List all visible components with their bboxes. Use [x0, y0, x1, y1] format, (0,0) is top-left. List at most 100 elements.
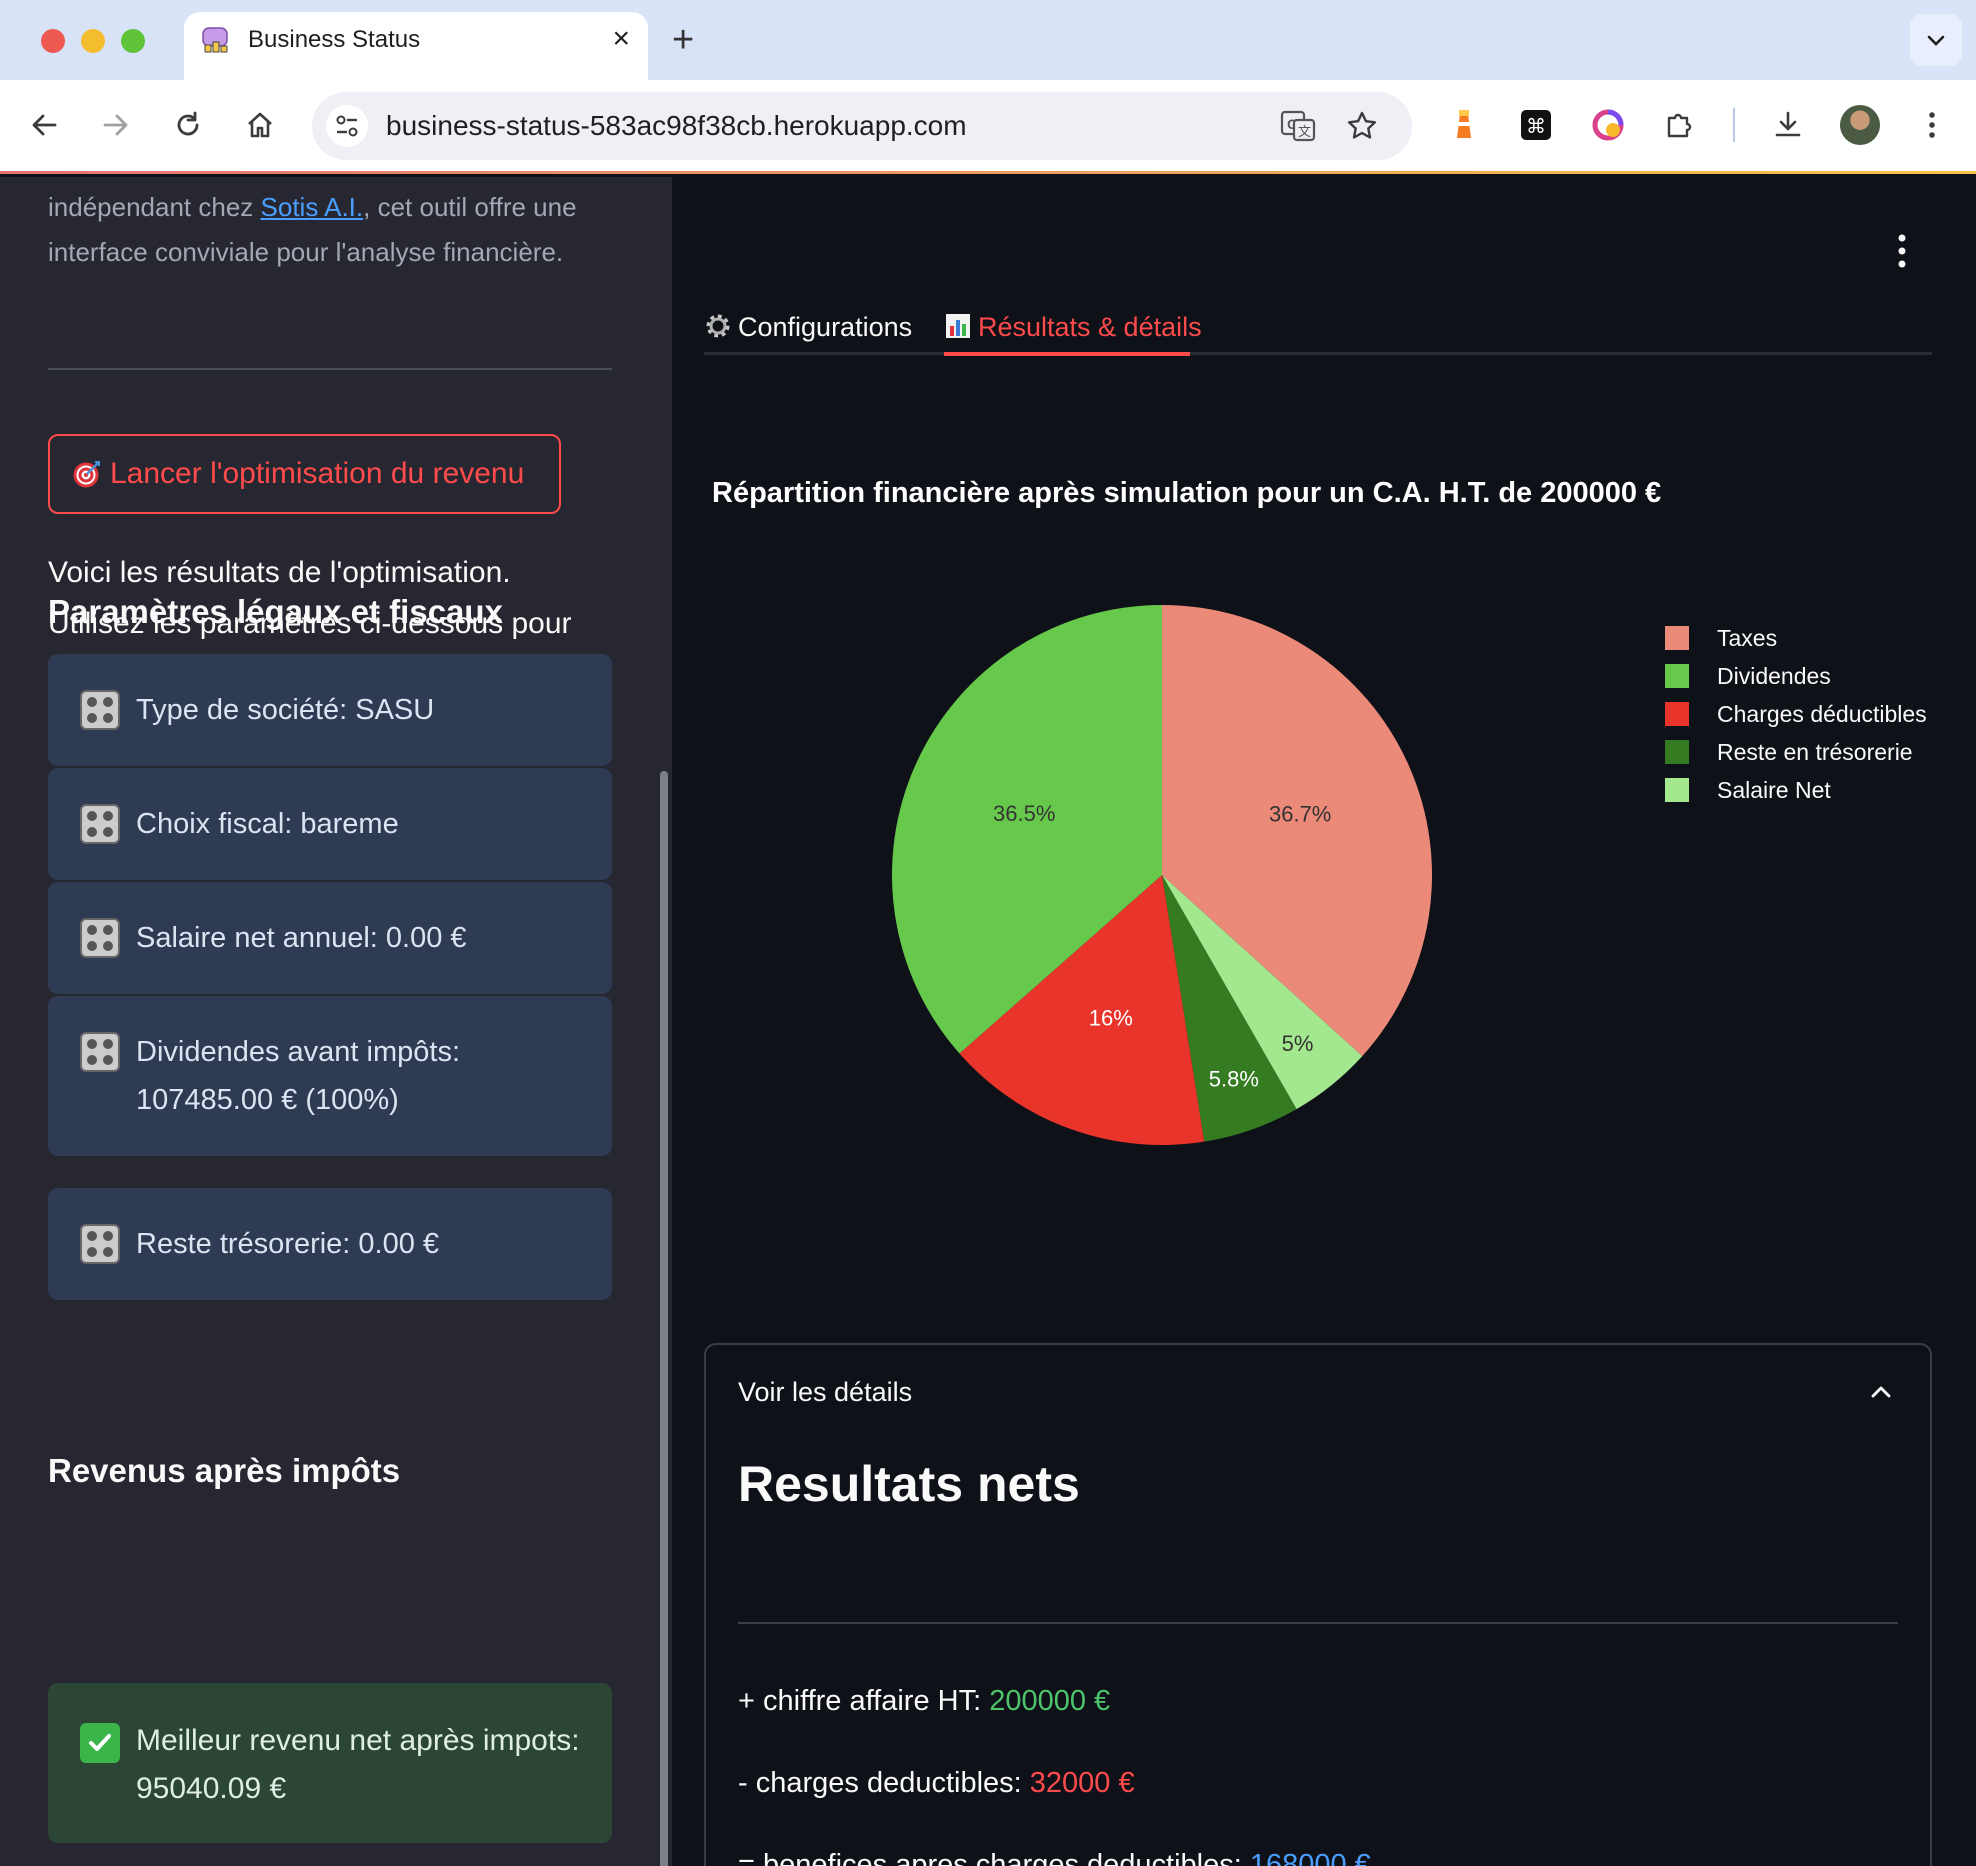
legend-label: Taxes [1717, 625, 1778, 651]
main-tabs: Configurations Résultats & détails [704, 307, 1932, 356]
param-tax-choice: Choix fiscal: bareme [136, 808, 399, 840]
tab-title: Business Status [248, 26, 421, 53]
bookmark-star-icon[interactable] [1342, 106, 1382, 146]
sidebar-scrollbar[interactable] [660, 771, 668, 1866]
best-revenue-text: Meilleur revenu net après impots: 95040.… [136, 1724, 580, 1805]
legend-swatch [1665, 702, 1689, 726]
legend-item[interactable]: Reste en trésorerie [1665, 737, 1965, 767]
optimize-button-label: Lancer l'optimisation du revenu [110, 457, 525, 490]
address-bar[interactable]: business-status-583ac98f38cb.herokuapp.c… [312, 92, 1412, 160]
legend-swatch [1665, 740, 1689, 764]
sotis-link[interactable]: Sotis A.I. [261, 192, 364, 222]
control-knobs-icon [80, 804, 120, 844]
browser-menu-icon[interactable] [1912, 105, 1952, 145]
site-info-icon[interactable] [326, 105, 368, 147]
legend-label: Dividendes [1717, 663, 1831, 689]
profile-avatar[interactable] [1840, 105, 1880, 145]
favicon-icon [202, 27, 228, 53]
pie-label: 16% [1089, 1005, 1133, 1030]
chart-title: Répartition financière après simulation … [712, 477, 1662, 509]
main-content: Configurations Résultats & détails Répar… [672, 177, 1976, 1866]
param-card-treasury: Reste trésorerie: 0.00 € [48, 1188, 612, 1300]
legend-swatch [1665, 778, 1689, 802]
legend-item[interactable]: Salaire Net [1665, 775, 1965, 805]
result-label: - charges deductibles: [738, 1767, 1030, 1799]
browser-tab-bar: Business Status × + [0, 0, 1976, 80]
tab-search-button[interactable] [1910, 14, 1962, 66]
control-knobs-icon [80, 1032, 120, 1072]
svg-text:文: 文 [1298, 125, 1311, 140]
result-value: 168000 € [1249, 1849, 1371, 1866]
active-tab-indicator [944, 352, 1190, 356]
param-treasury: Reste trésorerie: 0.00 € [136, 1228, 440, 1260]
legend-label: Reste en trésorerie [1717, 739, 1913, 765]
tab-results[interactable]: Résultats & détails [944, 307, 1202, 355]
back-icon[interactable] [24, 105, 64, 145]
target-icon [72, 459, 102, 489]
translate-icon[interactable]: G文 [1278, 106, 1318, 146]
extensions-puzzle-icon[interactable] [1660, 105, 1700, 145]
reload-icon[interactable] [168, 105, 208, 145]
browser-toolbar: business-status-583ac98f38cb.herokuapp.c… [0, 80, 1976, 174]
extension-color-icon[interactable] [1588, 105, 1628, 145]
download-icon[interactable] [1768, 105, 1808, 145]
legend-label: Salaire Net [1717, 777, 1831, 803]
result-line-charges: - charges deductibles: 32000 € [738, 1767, 1135, 1800]
pie-label: 36.7% [1269, 802, 1331, 827]
optimize-revenue-button[interactable]: Lancer l'optimisation du revenu [48, 434, 561, 514]
result-label: = benefices apres charges deductibles: [738, 1849, 1250, 1866]
sidebar-intro: indépendant chez Sotis A.I., cet outil o… [48, 185, 628, 275]
control-knobs-icon [80, 1224, 120, 1264]
details-expander: Voir les détails Resultats nets + chiffr… [704, 1343, 1932, 1866]
toolbar-separator [1733, 108, 1735, 142]
legend-item[interactable]: Charges déductibles [1665, 699, 1965, 729]
pie-label: 36.5% [993, 801, 1055, 826]
result-value: 200000 € [989, 1685, 1111, 1717]
result-line-revenue: + chiffre affaire HT: 200000 € [738, 1685, 1110, 1718]
best-revenue-alert: Meilleur revenu net après impots: 95040.… [48, 1683, 612, 1843]
params-heading: Paramètres légaux et fiscaux [48, 593, 503, 630]
legend-label: Charges déductibles [1717, 701, 1927, 727]
gear-icon [706, 314, 730, 338]
param-net-salary: Salaire net annuel: 0.00 € [136, 922, 467, 954]
app-menu-icon[interactable] [1894, 231, 1910, 271]
results-divider [738, 1622, 1898, 1624]
forward-icon[interactable] [96, 105, 136, 145]
legend-item[interactable]: Taxes [1665, 623, 1965, 653]
browser-tab-active[interactable]: Business Status × [184, 12, 648, 80]
svg-text:⌘: ⌘ [1526, 114, 1546, 138]
pie-label: 5.8% [1209, 1067, 1259, 1092]
param-dividends: Dividendes avant impôts: 107485.00 € (10… [136, 1036, 460, 1116]
param-card-company-type: Type de société: SASU [48, 654, 612, 766]
minimize-window-button[interactable] [81, 29, 105, 53]
param-card-tax-choice: Choix fiscal: bareme [48, 768, 612, 880]
extension-lighthouse-icon[interactable] [1444, 105, 1484, 145]
url-text: business-status-583ac98f38cb.herokuapp.c… [386, 110, 967, 141]
results-heading: Resultats nets [738, 1456, 1080, 1512]
control-knobs-icon [80, 918, 120, 958]
check-mark-icon [80, 1723, 120, 1763]
result-label: + chiffre affaire HT: [738, 1685, 990, 1717]
pie-label: 5% [1282, 1031, 1314, 1056]
intro-prefix: indépendant chez [48, 192, 261, 222]
maximize-window-button[interactable] [121, 29, 145, 53]
legend-swatch [1665, 664, 1689, 688]
revenue-heading: Revenus après impôts [48, 1452, 401, 1489]
home-icon[interactable] [240, 105, 280, 145]
chevron-up-icon[interactable] [1868, 1379, 1894, 1405]
sidebar-divider [48, 368, 612, 370]
extension-command-icon[interactable]: ⌘ [1516, 105, 1556, 145]
result-line-profit: = benefices apres charges deductibles: 1… [738, 1849, 1371, 1866]
tab-configurations-label: Configurations [738, 312, 913, 342]
sidebar: indépendant chez Sotis A.I., cet outil o… [0, 177, 672, 1866]
tab-configurations[interactable]: Configurations [704, 307, 912, 355]
result-value: 32000 € [1029, 1767, 1135, 1799]
param-company-type: Type de société: SASU [136, 694, 435, 726]
param-card-dividends: Dividendes avant impôts: 107485.00 € (10… [48, 996, 612, 1156]
expander-title[interactable]: Voir les détails [738, 1377, 912, 1408]
legend-item[interactable]: Dividendes [1665, 661, 1965, 691]
tab-close-icon[interactable]: × [612, 22, 630, 56]
bar-chart-icon [946, 314, 970, 338]
close-window-button[interactable] [41, 29, 65, 53]
new-tab-button[interactable]: + [672, 18, 694, 62]
